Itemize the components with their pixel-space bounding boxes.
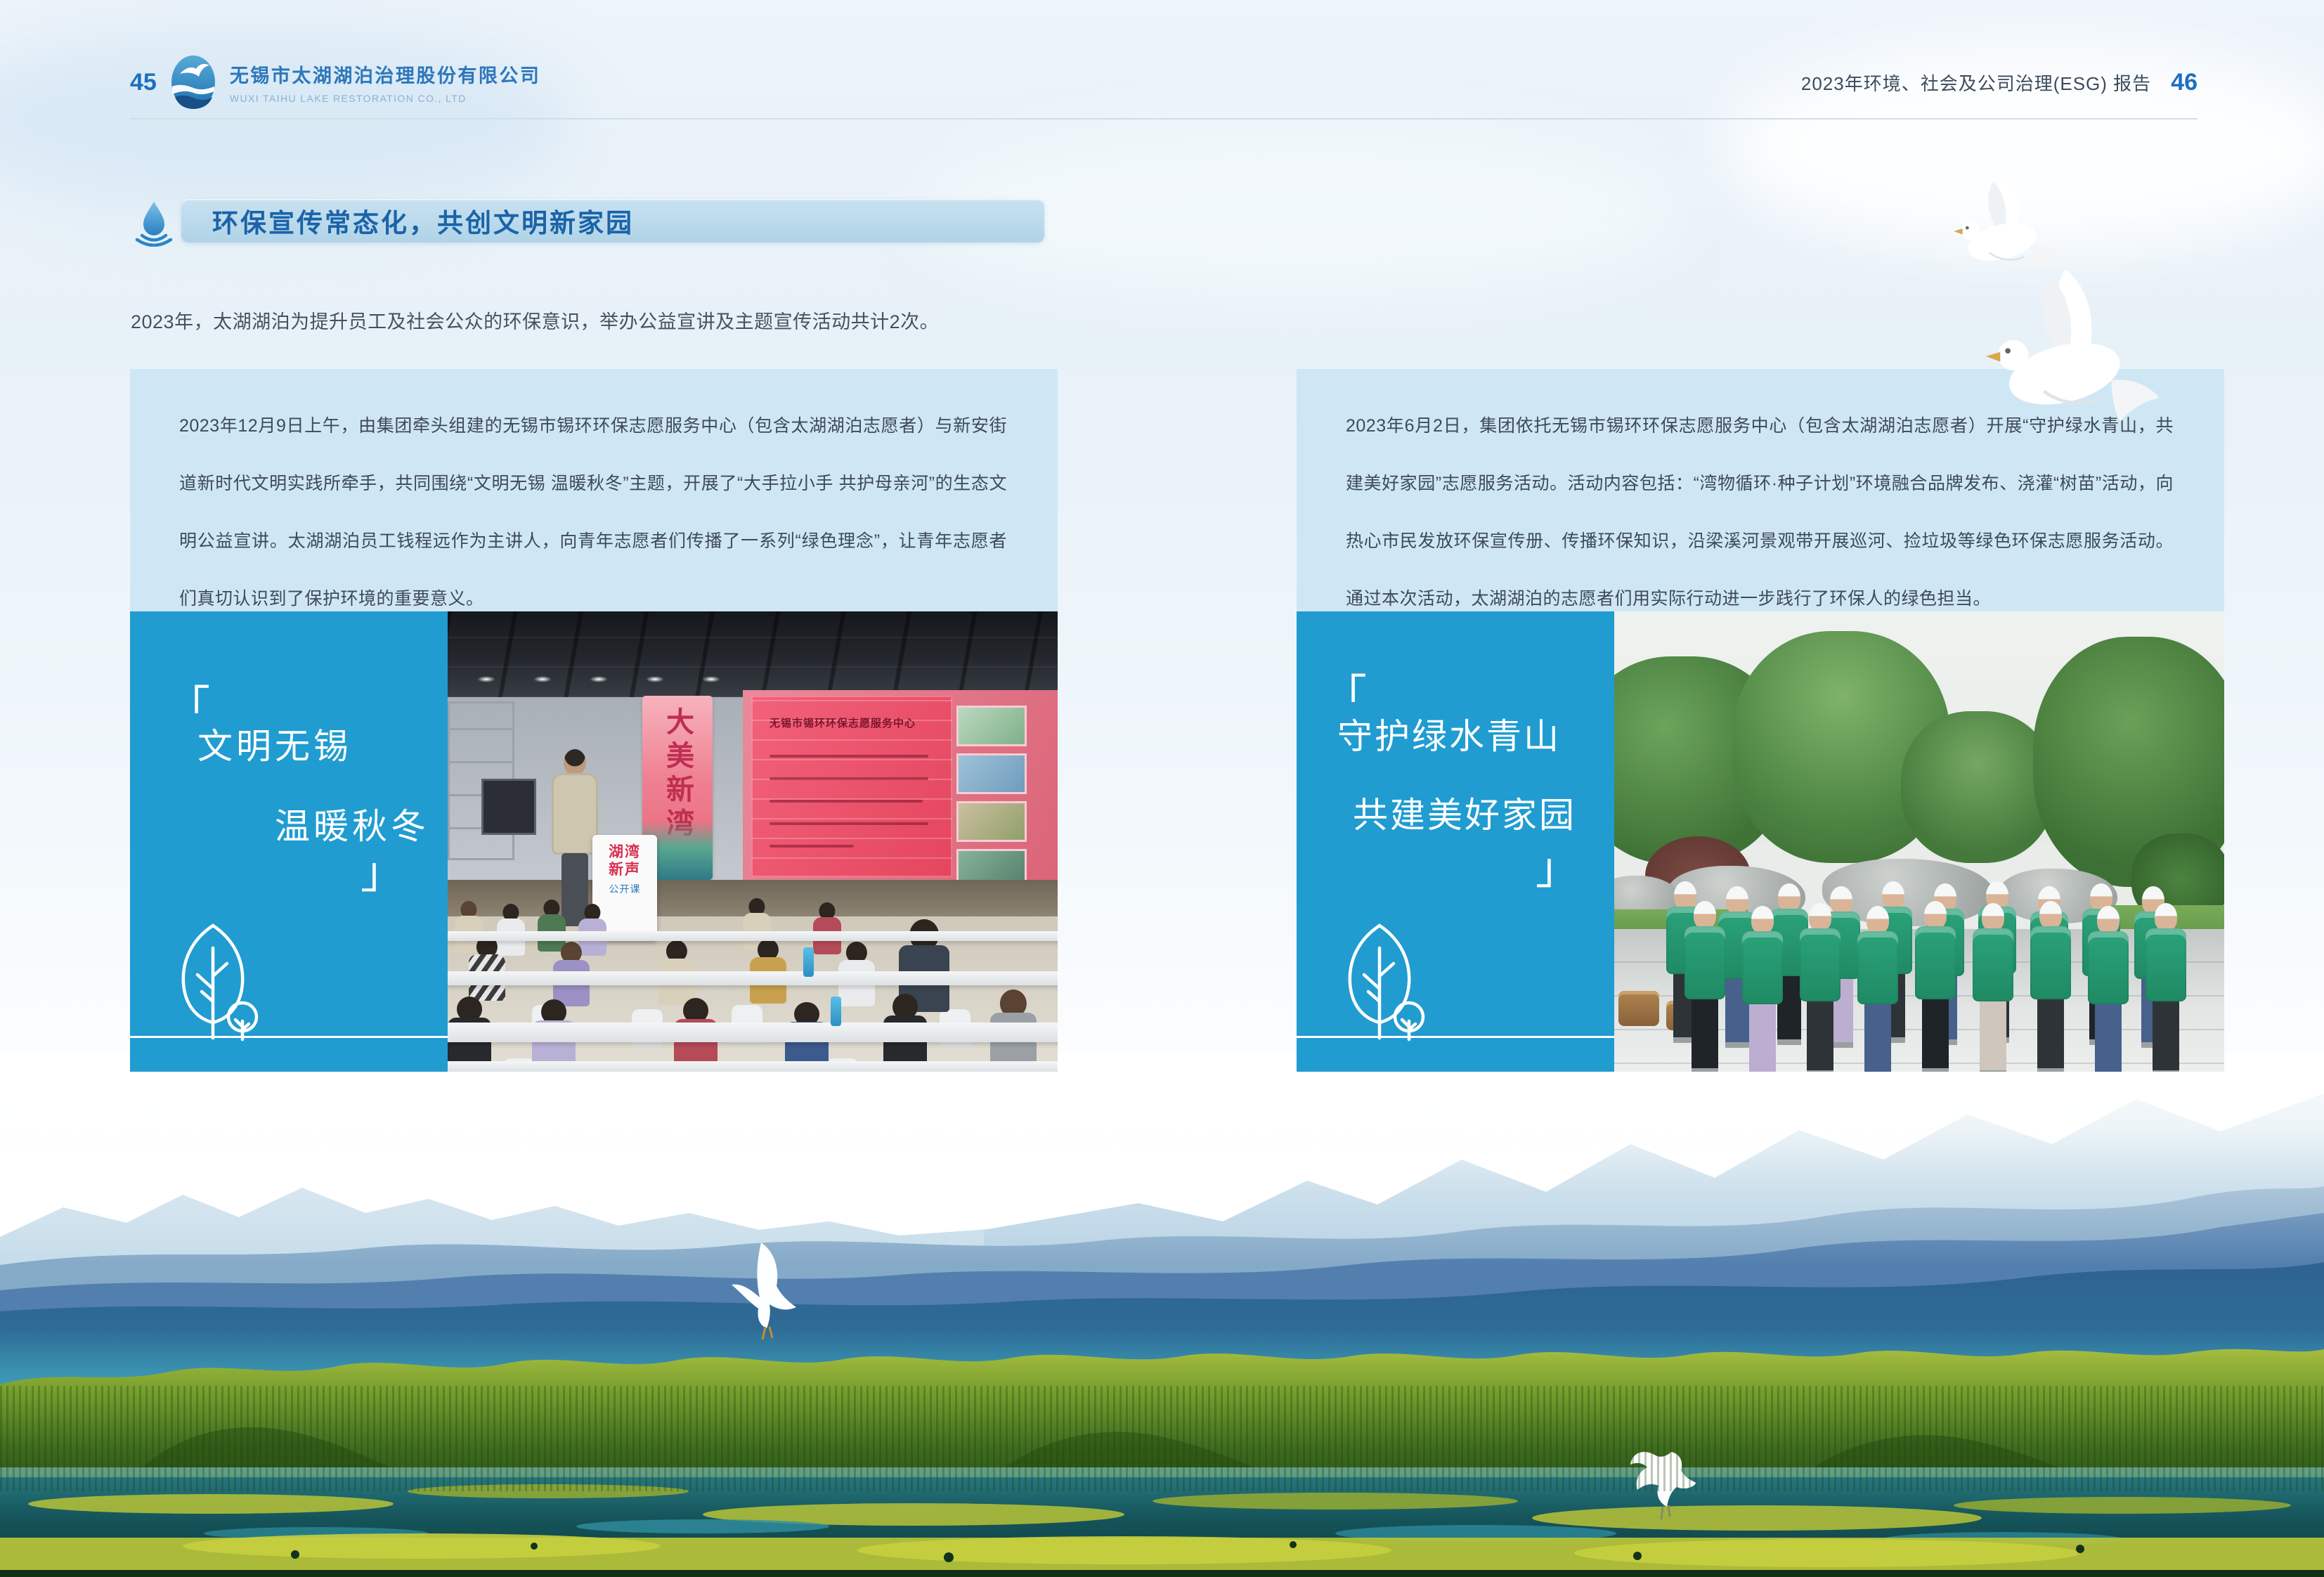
trees-icon bbox=[1337, 921, 1427, 1042]
table-row bbox=[448, 1061, 1058, 1072]
activity-card-civilized-wuxi: 2023年12月9日上午，由集团牵头组建的无锡市锡环环保志愿服务中心（包含太湖湖… bbox=[130, 369, 1058, 1072]
esg-report-spread: 45 无锡市太湖湖泊治理股份有限公司 WUXI TAIHU LAKE RESTO… bbox=[0, 0, 2324, 1577]
audience-figure bbox=[813, 902, 841, 954]
slogan-panel: 「 守护绿水青山 共建美好家园 」 bbox=[1297, 611, 1614, 1072]
company-name-zh: 无锡市太湖湖泊治理股份有限公司 bbox=[230, 60, 541, 88]
volunteer-figure bbox=[1864, 906, 1891, 1072]
water-bottle bbox=[831, 997, 841, 1026]
page-number-right: 46 bbox=[2171, 69, 2198, 96]
log-stool bbox=[1618, 991, 1659, 1026]
ceiling-light-icon bbox=[702, 676, 720, 682]
volunteer-row-front bbox=[1692, 901, 2179, 1072]
slide-text-line bbox=[770, 845, 854, 848]
table-row bbox=[448, 971, 1058, 985]
corner-bracket-close: 」 bbox=[1536, 848, 1579, 891]
slide-text-line bbox=[770, 755, 928, 758]
table-row bbox=[448, 1023, 1058, 1042]
slide-title: 无锡市锡环环保志愿服务中心 bbox=[770, 715, 916, 730]
slide-photo-thumbnails bbox=[956, 706, 1027, 890]
volunteer-figure bbox=[1980, 903, 2006, 1072]
ceiling-light-icon bbox=[477, 676, 495, 682]
slogan-line-2: 温暖秋冬 bbox=[275, 798, 429, 849]
volunteer-figure bbox=[2153, 903, 2179, 1072]
slogan-line-1: 守护绿水青山 bbox=[1337, 708, 1561, 759]
landscape-illustration bbox=[0, 1054, 2324, 1577]
volunteer-figure bbox=[1749, 906, 1776, 1072]
ceiling-light-icon bbox=[533, 676, 552, 682]
slide-text-line bbox=[770, 777, 928, 780]
volunteer-figure bbox=[1807, 903, 1833, 1072]
corner-bracket-close: 」 bbox=[361, 852, 404, 895]
lectern-banner-subtitle: 公开课 bbox=[609, 882, 641, 896]
wall-monitor bbox=[481, 779, 536, 835]
volunteer-figure bbox=[1922, 901, 1949, 1072]
water-drop-icon bbox=[134, 200, 174, 247]
slogan-panel: 「 文明无锡 温暖秋冬 」 bbox=[130, 611, 448, 1072]
volunteers-group-photo bbox=[1614, 611, 2224, 1072]
activity-card-green-mountains: 2023年6月2日，集团依托无锡市锡环环保志愿服务中心（包含太湖湖泊志愿者）开展… bbox=[1297, 369, 2224, 1072]
company-name-en: WUXI TAIHU LAKE RESTORATION CO., LTD bbox=[230, 93, 541, 104]
volunteer-figure bbox=[2037, 901, 2064, 1072]
panel-underline bbox=[130, 1036, 448, 1038]
ceiling-light-icon bbox=[646, 676, 664, 682]
ceiling-light-icon bbox=[590, 676, 608, 682]
section-title-banner: 环保宣传常态化，共创文明新家园 bbox=[181, 199, 1044, 242]
report-title: 2023年环境、社会及公司治理(ESG) 报告 bbox=[1801, 70, 2151, 96]
page-header: 45 无锡市太湖湖泊治理股份有限公司 WUXI TAIHU LAKE RESTO… bbox=[130, 55, 2198, 110]
slide-text-line bbox=[770, 800, 923, 803]
ceiling bbox=[448, 611, 1058, 697]
section-title: 环保宣传常态化，共创文明新家园 bbox=[212, 202, 634, 240]
lectern-banner-title: 湖湾新声 bbox=[609, 843, 641, 878]
volunteer-figure bbox=[1692, 901, 1718, 1072]
company-logo-icon bbox=[171, 55, 216, 110]
activity-body-text: 2023年6月2日，集团依托无锡市锡环环保志愿服务中心（包含太湖湖泊志愿者）开展… bbox=[1297, 369, 2224, 611]
park-tree bbox=[1901, 711, 2054, 863]
table-row bbox=[448, 931, 1058, 941]
slogan-line-1: 文明无锡 bbox=[197, 718, 352, 769]
presentation-screen: 无锡市锡环环保志愿服务中心 bbox=[751, 696, 952, 877]
section-heading: 环保宣传常态化，共创文明新家园 bbox=[134, 199, 1044, 247]
audience-figure bbox=[469, 936, 505, 1001]
page-number-left: 45 bbox=[130, 69, 157, 96]
volunteer-figure bbox=[2095, 906, 2122, 1072]
header-divider bbox=[130, 118, 2198, 119]
section-intro-text: 2023年，太湖湖泊为提升员工及社会公众的环保意识，举办公益宣讲及主题宣传活动共… bbox=[131, 306, 939, 334]
activity-body-text: 2023年12月9日上午，由集团牵头组建的无锡市锡环环保志愿服务中心（包含太湖湖… bbox=[130, 369, 1058, 611]
panel-underline bbox=[1297, 1036, 1614, 1038]
slogan-line-2: 共建美好家园 bbox=[1353, 787, 1576, 838]
slide-text-line bbox=[770, 822, 928, 825]
lecture-photo: 大美新湾 无锡市锡环环保志愿服务中心 湖湾新 bbox=[448, 611, 1058, 1072]
trees-icon bbox=[171, 921, 261, 1042]
water-bottle bbox=[803, 947, 814, 977]
